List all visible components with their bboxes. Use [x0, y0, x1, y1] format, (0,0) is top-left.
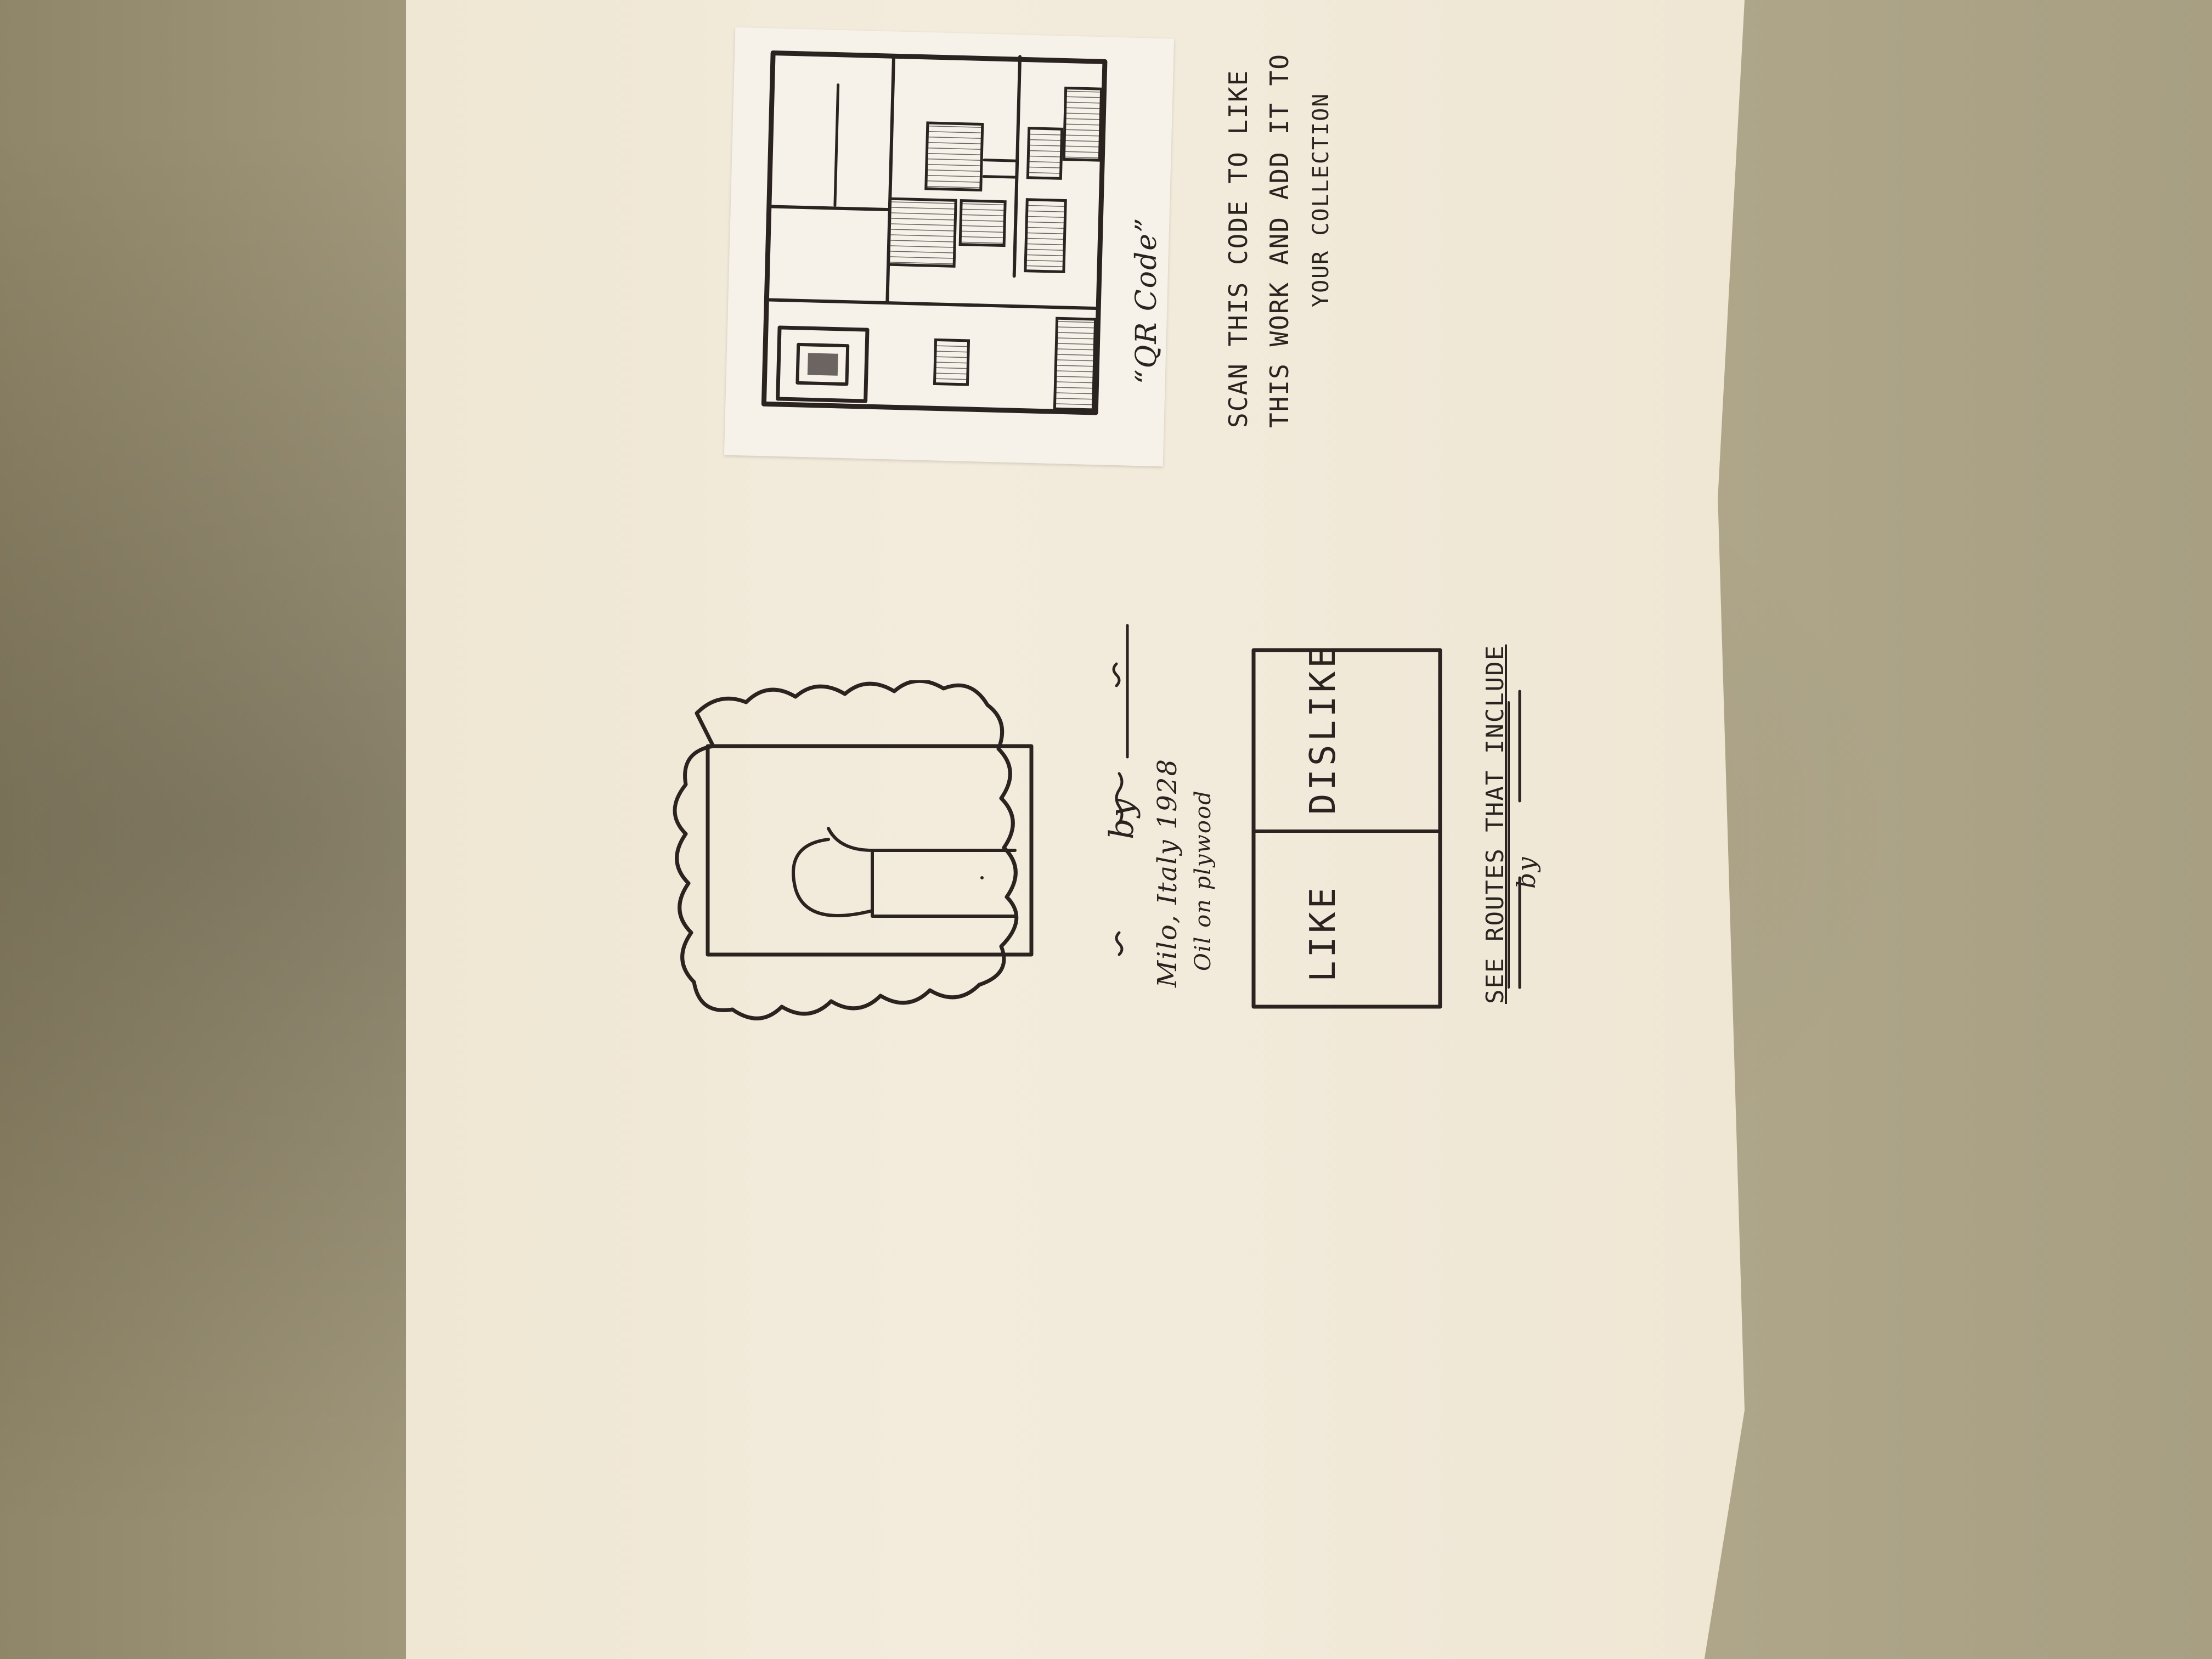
qr-caption-line-3: YOUR COLLECTION — [1308, 92, 1334, 307]
routes-byline: by — [1511, 856, 1541, 889]
artwork-medium: Oil on plywood — [1190, 789, 1216, 971]
artwork-location-year: Milo, Italy 1928 — [1152, 758, 1183, 988]
qr-caption-line-2: THIS WORK AND ADD IT TO — [1265, 53, 1294, 428]
dislike-button-label: DISLIKE — [1303, 644, 1344, 815]
qr-code-label: “QR Code” — [1130, 217, 1163, 384]
qr-sticky-note — [724, 27, 1175, 467]
routes-scribble — [1508, 690, 1521, 989]
qr-caption-line-1: SCAN THIS CODE TO LIKE — [1223, 69, 1253, 428]
qr-code-drawing[interactable] — [724, 27, 1174, 467]
like-button-label: LIKE — [1303, 884, 1344, 982]
artwork-thumbnail[interactable] — [631, 680, 1092, 1031]
dislike-button[interactable]: DISLIKE — [1254, 644, 1440, 826]
artwork-byline: by — [1103, 797, 1141, 839]
like-button[interactable]: LIKE — [1254, 834, 1440, 1009]
